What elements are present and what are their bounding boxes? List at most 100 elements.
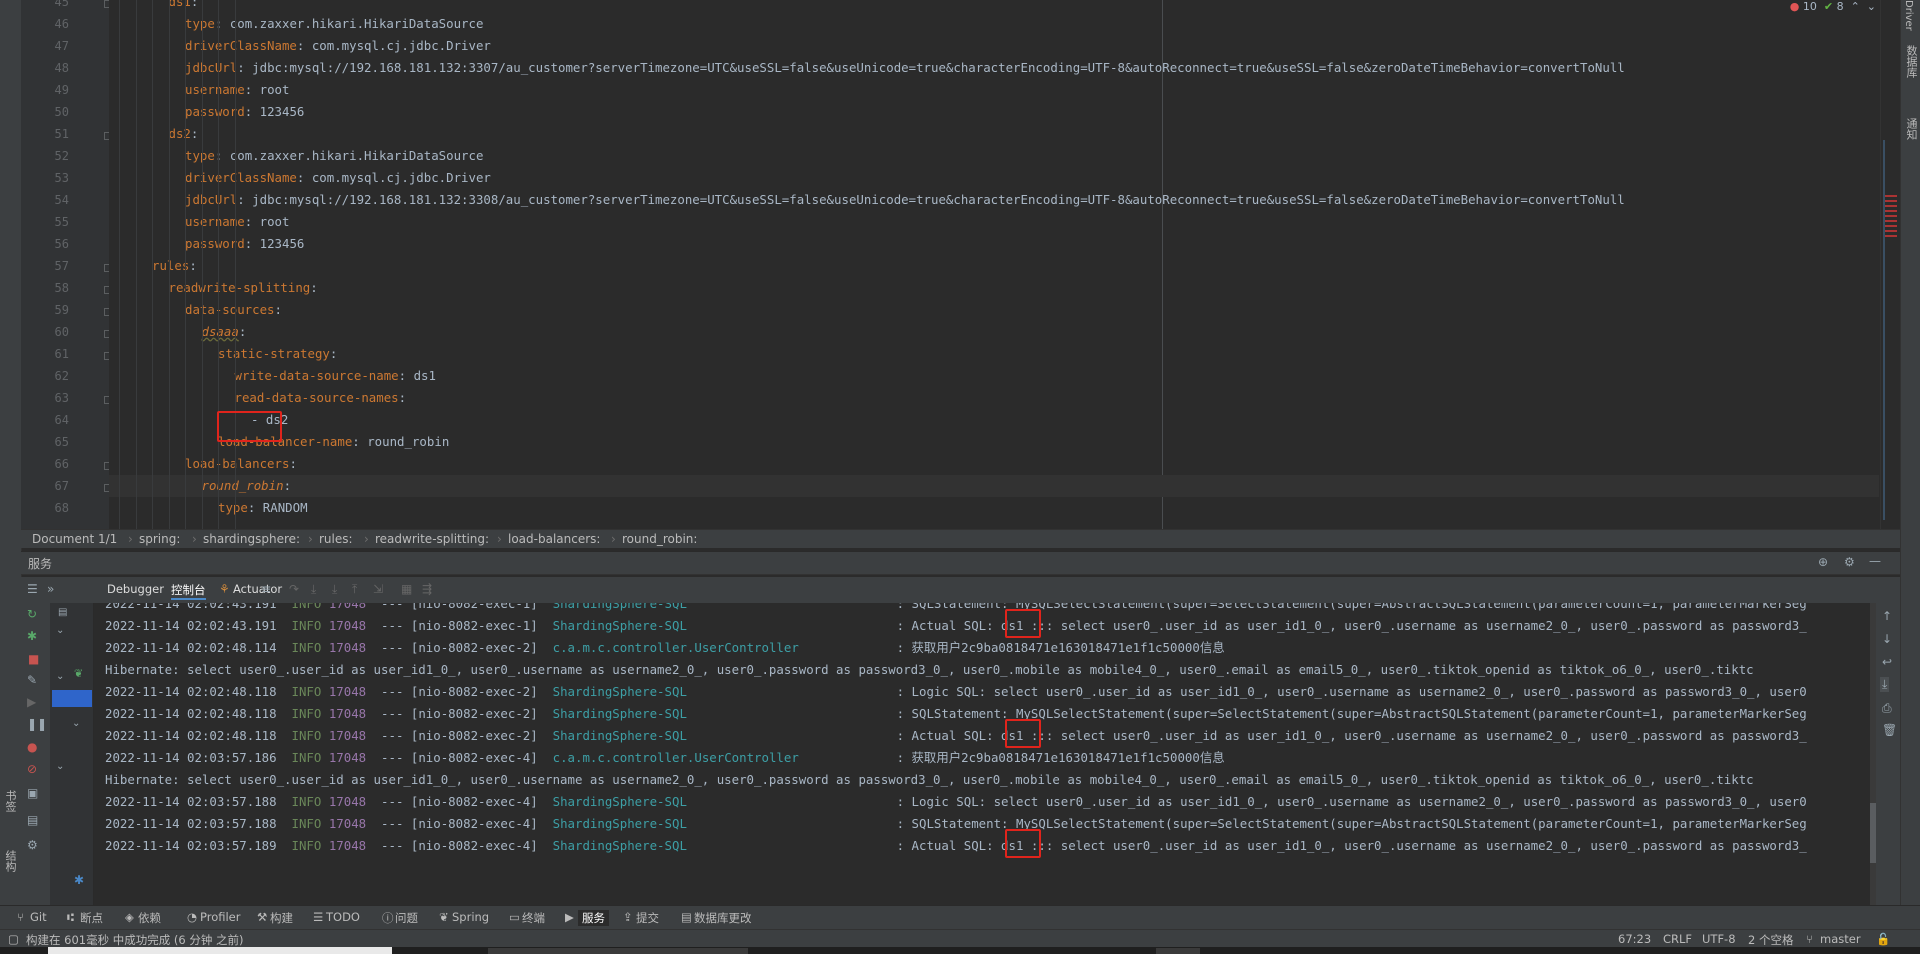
resume-icon[interactable]: ▶ <box>27 695 36 709</box>
run-to-cursor-icon[interactable]: ⇲ <box>373 582 383 596</box>
tool-tab-database-changes[interactable]: 数据库更改 <box>694 910 752 926</box>
code-line[interactable]: type: com.zaxxer.hikari.HikariDataSource <box>109 145 483 167</box>
code-line[interactable]: password: 123456 <box>109 233 304 255</box>
inspection-widget[interactable]: ● 10 ✔ 8 ⌃ ⌄ <box>1790 0 1876 13</box>
indent-setting[interactable]: 2 个空格 <box>1748 932 1793 948</box>
code-line[interactable]: load-balancers: <box>109 453 297 475</box>
camera-icon[interactable]: ▣ <box>27 786 38 800</box>
log-thread: --- [nio-8082-exec-2] <box>381 728 538 743</box>
chevron-down-icon[interactable]: ⌄ <box>56 671 64 682</box>
breadcrumb-item[interactable]: load-balancers: <box>508 532 600 546</box>
code-line[interactable]: round_robin: <box>109 475 1879 497</box>
breadcrumb-item[interactable]: round_robin: <box>622 532 697 546</box>
breadcrumb-item[interactable]: shardingsphere: <box>203 532 300 546</box>
tool-tab-spring[interactable]: Spring <box>452 910 489 924</box>
code-line[interactable]: driverClassName: com.mysql.cj.jdbc.Drive… <box>109 35 491 57</box>
mute-breakpoints-icon[interactable]: ⊘ <box>27 762 37 776</box>
git-branch[interactable]: master <box>1820 932 1861 946</box>
debug-icon[interactable]: ✱ <box>27 629 37 643</box>
code-line[interactable]: static-strategy: <box>109 343 337 365</box>
console-output[interactable]: 2022-11-14 02:02:43.191 INFO 17048 --- [… <box>94 603 1870 905</box>
stop-icon[interactable]: ■ <box>28 652 39 666</box>
layout-icon[interactable]: ▤ <box>27 813 38 827</box>
chevron-down-icon[interactable]: ⌄ <box>1867 0 1876 13</box>
tool-tab-build[interactable]: 构建 <box>270 910 293 926</box>
breadcrumb-item[interactable]: rules: <box>319 532 353 546</box>
scroll-to-end-icon[interactable]: ⤓ <box>1880 677 1890 692</box>
status-message[interactable]: 构建在 601毫秒 中成功完成 (6 分钟 之前) <box>26 932 244 948</box>
code-line[interactable]: dsaaa: <box>109 321 247 343</box>
tab-debugger[interactable]: Debugger <box>107 582 164 596</box>
document-indicator[interactable]: Document 1/1 <box>32 532 117 546</box>
spring-boot-icon[interactable]: ❦ <box>74 667 83 680</box>
trash-icon[interactable]: 🗑 <box>1882 723 1897 737</box>
arrow-down-icon[interactable]: ↓ <box>1882 632 1892 646</box>
tool-tab-services[interactable]: 服务 <box>578 910 609 926</box>
tool-tab-dependency[interactable]: 依赖 <box>138 910 161 926</box>
code-line[interactable]: type: com.zaxxer.hikari.HikariDataSource <box>109 13 483 35</box>
code-line[interactable]: write-data-source-name: ds1 <box>109 365 436 387</box>
selected-service-row[interactable] <box>52 690 92 707</box>
database-tab[interactable]: 数据库 <box>1903 45 1919 78</box>
tab-actuator[interactable]: Actuator <box>233 582 282 596</box>
print-icon[interactable]: ⎙ <box>1882 701 1892 716</box>
editor-scrollbar[interactable] <box>1880 0 1901 529</box>
bookmarks-tab[interactable]: 书签 <box>2 790 18 812</box>
trace-icon[interactable]: ⇶ <box>422 582 432 596</box>
globe-icon[interactable]: ⊕ <box>1818 555 1828 569</box>
breadcrumb-item[interactable]: spring: <box>139 532 180 546</box>
tool-tab-commit[interactable]: 提交 <box>636 910 659 926</box>
code-editor[interactable]: ds1:type: com.zaxxer.hikari.HikariDataSo… <box>109 0 1879 529</box>
soft-wrap-icon[interactable]: ↩ <box>1882 655 1892 669</box>
tool-tab-breakpoint[interactable]: 断点 <box>80 910 103 926</box>
chevron-down-icon[interactable]: ⌄ <box>56 625 64 636</box>
settings-icon[interactable]: ⚙ <box>27 838 38 852</box>
evaluate-icon[interactable]: ▦ <box>401 582 412 596</box>
breadcrumb-item[interactable]: readwrite-splitting: <box>375 532 489 546</box>
code-line[interactable]: jdbcUrl: jdbc:mysql://192.168.181.132:33… <box>109 189 1625 211</box>
code-line[interactable]: driverClassName: com.mysql.cj.jdbc.Drive… <box>109 167 491 189</box>
database-changes-icon: ▤ <box>681 910 692 924</box>
structure-tab[interactable]: 结构 <box>2 850 18 872</box>
tool-tab-git[interactable]: Git <box>30 910 47 924</box>
tab-console[interactable]: 控制台 <box>171 582 206 600</box>
chevron-down-icon[interactable]: ⌄ <box>72 718 80 729</box>
code-line[interactable]: password: 123456 <box>109 101 304 123</box>
tool-tab-terminal[interactable]: 终端 <box>522 910 545 926</box>
services-tree[interactable]: ▤ ⌄ ⌄ ❦ ⌄ ⌄ ✱ <box>50 603 94 905</box>
hide-icon[interactable]: — <box>1869 554 1881 568</box>
notifications-tab[interactable]: 通知 <box>1903 118 1919 140</box>
view-breakpoints-icon[interactable]: ● <box>27 740 37 754</box>
collapse-icon[interactable]: » <box>47 582 54 596</box>
file-encoding[interactable]: UTF-8 <box>1702 932 1736 946</box>
arrow-up-icon[interactable]: ↑ <box>1882 609 1892 623</box>
scroll-thumb[interactable] <box>1883 140 1885 520</box>
step-over-icon[interactable]: ↷ <box>289 582 299 596</box>
line-separator[interactable]: CRLF <box>1663 932 1692 946</box>
step-out-icon[interactable]: ⤒ <box>352 582 357 597</box>
taskbar-app[interactable] <box>1156 948 1200 954</box>
force-step-icon[interactable]: ⤓ <box>332 582 337 597</box>
chevron-up-icon[interactable]: ⌃ <box>1851 0 1860 13</box>
tool-tab-problems[interactable]: 问题 <box>395 910 418 926</box>
code-line[interactable]: jdbcUrl: jdbc:mysql://192.168.181.132:33… <box>109 57 1625 79</box>
step-into-icon[interactable]: ⤓ <box>311 582 316 597</box>
code-line[interactable]: readwrite-splitting: <box>109 277 318 299</box>
wrench-icon[interactable]: ✎ <box>27 673 37 687</box>
tree-node-icon[interactable]: ▤ <box>58 607 67 618</box>
lock-icon[interactable]: 🔓 <box>1876 932 1890 946</box>
menu-icon[interactable]: ≡ <box>261 582 271 596</box>
chevron-down-icon[interactable]: ⌄ <box>56 761 64 772</box>
tool-tab-profiler[interactable]: Profiler <box>200 910 241 924</box>
gear-icon[interactable]: ⚙ <box>1844 555 1855 569</box>
caret-position[interactable]: 67:23 <box>1618 932 1651 946</box>
tool-tab-todo[interactable]: TODO <box>326 910 360 924</box>
taskbar-search[interactable] <box>488 948 748 954</box>
expand-all-icon[interactable]: ☰ <box>27 582 38 596</box>
code-line[interactable]: read-data-source-names: <box>109 387 407 409</box>
pause-icon[interactable]: ❚❚ <box>27 717 47 731</box>
code-line[interactable]: type: RANDOM <box>109 497 308 519</box>
rerun-icon[interactable]: ↻ <box>27 607 37 621</box>
debugger-icon[interactable]: ✱ <box>74 873 84 887</box>
driver-tab[interactable]: Driver <box>1903 0 1914 31</box>
